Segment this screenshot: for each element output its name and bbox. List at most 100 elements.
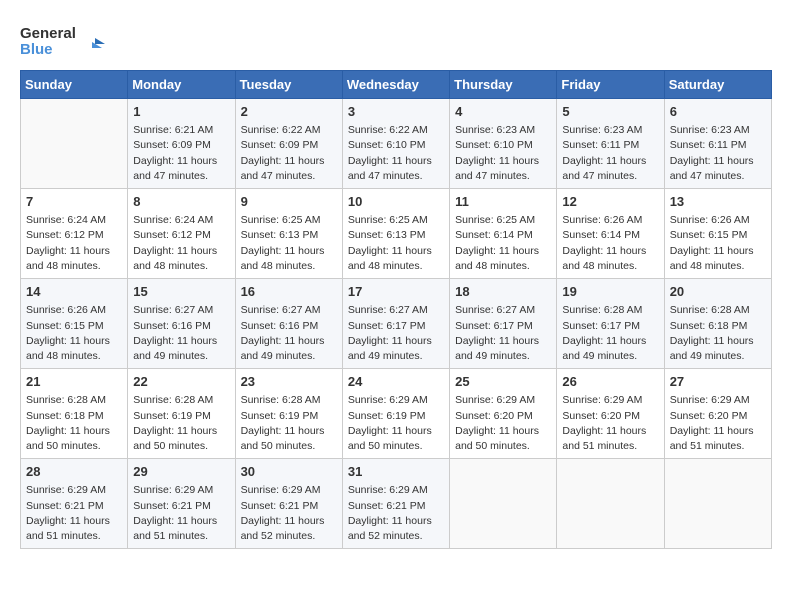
day-info: Sunrise: 6:26 AM Sunset: 6:14 PM Dayligh… [562,213,658,274]
calendar-cell: 14 Sunrise: 6:26 AM Sunset: 6:15 PM Dayli… [21,279,128,369]
logo: General Blue [20,20,110,60]
day-number: 18 [455,283,551,301]
day-info: Sunrise: 6:21 AM Sunset: 6:09 PM Dayligh… [133,123,229,184]
day-number: 22 [133,373,229,391]
day-number: 9 [241,193,337,211]
day-number: 13 [670,193,766,211]
day-info: Sunrise: 6:25 AM Sunset: 6:13 PM Dayligh… [348,213,444,274]
calendar-cell: 13Sunrise: 6:26 AM Sunset: 6:15 PM Dayli… [664,189,771,279]
day-number: 30 [241,463,337,481]
day-number: 31 [348,463,444,481]
day-number: 6 [670,103,766,121]
calendar-cell: 26 Sunrise: 6:29 AM Sunset: 6:20 PM Dayli… [557,369,664,459]
calendar-cell: 9 Sunrise: 6:25 AM Sunset: 6:13 PM Daylig… [235,189,342,279]
day-number: 1 [133,103,229,121]
weekday-header: Monday [128,71,235,99]
calendar-cell: 3 Sunrise: 6:22 AM Sunset: 6:10 PM Daylig… [342,99,449,189]
day-info: Sunrise: 6:27 AM Sunset: 6:17 PM Dayligh… [348,303,444,364]
calendar-cell: 1 Sunrise: 6:21 AM Sunset: 6:09 PM Daylig… [128,99,235,189]
calendar-week-row: 21 Sunrise: 6:28 AM Sunset: 6:18 PM Dayli… [21,369,772,459]
day-number: 20 [670,283,766,301]
calendar-cell: 10Sunrise: 6:25 AM Sunset: 6:13 PM Dayli… [342,189,449,279]
calendar-table: SundayMondayTuesdayWednesdayThursdayFrid… [20,70,772,549]
day-info: Sunrise: 6:29 AM Sunset: 6:21 PM Dayligh… [26,483,122,544]
day-info: Sunrise: 6:23 AM Sunset: 6:11 PM Dayligh… [562,123,658,184]
svg-text:General: General [20,25,76,42]
day-info: Sunrise: 6:25 AM Sunset: 6:13 PM Dayligh… [241,213,337,274]
day-info: Sunrise: 6:25 AM Sunset: 6:14 PM Dayligh… [455,213,551,274]
day-number: 11 [455,193,551,211]
calendar-cell: 20 Sunrise: 6:28 AM Sunset: 6:18 PM Dayli… [664,279,771,369]
calendar-cell: 17 Sunrise: 6:27 AM Sunset: 6:17 PM Dayli… [342,279,449,369]
calendar-cell: 6 Sunrise: 6:23 AM Sunset: 6:11 PM Daylig… [664,99,771,189]
calendar-week-row: 14 Sunrise: 6:26 AM Sunset: 6:15 PM Dayli… [21,279,772,369]
calendar-cell: 22 Sunrise: 6:28 AM Sunset: 6:19 PM Dayli… [128,369,235,459]
day-number: 24 [348,373,444,391]
day-number: 15 [133,283,229,301]
day-number: 21 [26,373,122,391]
day-info: Sunrise: 6:22 AM Sunset: 6:09 PM Dayligh… [241,123,337,184]
logo-svg: General Blue [20,20,110,60]
calendar-cell: 30Sunrise: 6:29 AM Sunset: 6:21 PM Dayli… [235,459,342,549]
day-info: Sunrise: 6:28 AM Sunset: 6:18 PM Dayligh… [670,303,766,364]
day-info: Sunrise: 6:28 AM Sunset: 6:19 PM Dayligh… [133,393,229,454]
day-info: Sunrise: 6:22 AM Sunset: 6:10 PM Dayligh… [348,123,444,184]
calendar-cell: 29Sunrise: 6:29 AM Sunset: 6:21 PM Dayli… [128,459,235,549]
day-number: 12 [562,193,658,211]
calendar-cell: 15 Sunrise: 6:27 AM Sunset: 6:16 PM Dayli… [128,279,235,369]
day-info: Sunrise: 6:29 AM Sunset: 6:20 PM Dayligh… [670,393,766,454]
svg-text:Blue: Blue [20,41,53,58]
weekday-header: Saturday [664,71,771,99]
day-number: 16 [241,283,337,301]
day-info: Sunrise: 6:27 AM Sunset: 6:17 PM Dayligh… [455,303,551,364]
day-number: 23 [241,373,337,391]
day-number: 19 [562,283,658,301]
day-number: 28 [26,463,122,481]
weekday-header: Tuesday [235,71,342,99]
day-number: 3 [348,103,444,121]
day-number: 2 [241,103,337,121]
day-info: Sunrise: 6:28 AM Sunset: 6:19 PM Dayligh… [241,393,337,454]
day-info: Sunrise: 6:27 AM Sunset: 6:16 PM Dayligh… [133,303,229,364]
day-info: Sunrise: 6:28 AM Sunset: 6:18 PM Dayligh… [26,393,122,454]
calendar-cell: 5 Sunrise: 6:23 AM Sunset: 6:11 PM Daylig… [557,99,664,189]
calendar-cell [664,459,771,549]
calendar-cell: 7 Sunrise: 6:24 AM Sunset: 6:12 PM Daylig… [21,189,128,279]
day-info: Sunrise: 6:29 AM Sunset: 6:21 PM Dayligh… [348,483,444,544]
calendar-cell [557,459,664,549]
calendar-cell: 21 Sunrise: 6:28 AM Sunset: 6:18 PM Dayli… [21,369,128,459]
day-info: Sunrise: 6:29 AM Sunset: 6:20 PM Dayligh… [455,393,551,454]
day-info: Sunrise: 6:23 AM Sunset: 6:10 PM Dayligh… [455,123,551,184]
calendar-cell: 12 Sunrise: 6:26 AM Sunset: 6:14 PM Dayli… [557,189,664,279]
calendar-week-row: 28 Sunrise: 6:29 AM Sunset: 6:21 PM Dayli… [21,459,772,549]
calendar-cell: 2 Sunrise: 6:22 AM Sunset: 6:09 PM Daylig… [235,99,342,189]
day-info: Sunrise: 6:26 AM Sunset: 6:15 PM Dayligh… [26,303,122,364]
calendar-week-row: 1 Sunrise: 6:21 AM Sunset: 6:09 PM Daylig… [21,99,772,189]
day-info: Sunrise: 6:28 AM Sunset: 6:17 PM Dayligh… [562,303,658,364]
day-info: Sunrise: 6:29 AM Sunset: 6:21 PM Dayligh… [133,483,229,544]
calendar-cell: 27Sunrise: 6:29 AM Sunset: 6:20 PM Dayli… [664,369,771,459]
day-info: Sunrise: 6:29 AM Sunset: 6:19 PM Dayligh… [348,393,444,454]
header-row: SundayMondayTuesdayWednesdayThursdayFrid… [21,71,772,99]
day-info: Sunrise: 6:29 AM Sunset: 6:20 PM Dayligh… [562,393,658,454]
day-number: 4 [455,103,551,121]
day-number: 5 [562,103,658,121]
calendar-cell: 28 Sunrise: 6:29 AM Sunset: 6:21 PM Dayli… [21,459,128,549]
day-info: Sunrise: 6:27 AM Sunset: 6:16 PM Dayligh… [241,303,337,364]
calendar-cell: 11 Sunrise: 6:25 AM Sunset: 6:14 PM Dayli… [450,189,557,279]
day-info: Sunrise: 6:24 AM Sunset: 6:12 PM Dayligh… [26,213,122,274]
calendar-cell: 31 Sunrise: 6:29 AM Sunset: 6:21 PM Dayli… [342,459,449,549]
page-header: General Blue [20,20,772,60]
day-number: 7 [26,193,122,211]
day-number: 14 [26,283,122,301]
weekday-header: Sunday [21,71,128,99]
calendar-cell: 8Sunrise: 6:24 AM Sunset: 6:12 PM Daylig… [128,189,235,279]
calendar-cell: 19 Sunrise: 6:28 AM Sunset: 6:17 PM Dayli… [557,279,664,369]
calendar-cell: 25Sunrise: 6:29 AM Sunset: 6:20 PM Dayli… [450,369,557,459]
day-number: 26 [562,373,658,391]
calendar-cell: 18 Sunrise: 6:27 AM Sunset: 6:17 PM Dayli… [450,279,557,369]
calendar-cell [21,99,128,189]
calendar-week-row: 7 Sunrise: 6:24 AM Sunset: 6:12 PM Daylig… [21,189,772,279]
day-info: Sunrise: 6:23 AM Sunset: 6:11 PM Dayligh… [670,123,766,184]
day-number: 17 [348,283,444,301]
